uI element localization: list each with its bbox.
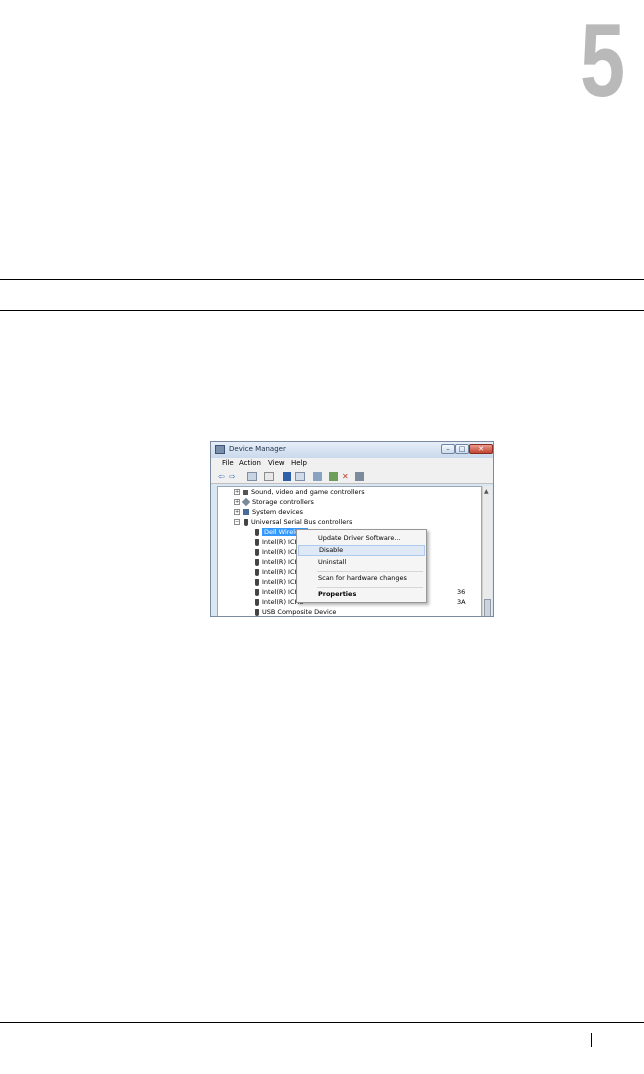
menu-action[interactable]: Action (239, 459, 261, 467)
usb-icon (255, 588, 259, 596)
help-icon[interactable] (283, 472, 291, 481)
menu-view[interactable]: View (268, 459, 285, 467)
menu-help[interactable]: Help (291, 459, 307, 467)
back-icon[interactable]: ⇦ (218, 472, 225, 481)
collapse-icon[interactable]: − (234, 519, 240, 525)
footer-separator (591, 1033, 592, 1047)
forward-icon[interactable]: ⇨ (229, 472, 236, 481)
maximize-button[interactable]: □ (455, 444, 469, 454)
menu-disable[interactable]: Disable (298, 545, 425, 556)
window-title: Device Manager (229, 445, 286, 453)
menu-separator (317, 587, 423, 588)
usb-icon (255, 528, 259, 536)
vertical-scrollbar[interactable]: ▲ (482, 486, 492, 616)
expand-icon[interactable]: + (234, 489, 240, 495)
storage-icon (241, 497, 251, 507)
expand-icon[interactable]: + (234, 509, 240, 515)
usb-icon (255, 538, 259, 546)
scroll-thumb[interactable] (484, 599, 491, 616)
header-rule-top (0, 279, 644, 280)
scan-icon[interactable] (313, 472, 322, 481)
tree-node[interactable]: + Sound, video and game controllers (234, 488, 365, 497)
toolbar: ⇦ ⇨ ✕ (211, 469, 493, 484)
menu-uninstall[interactable]: Uninstall (298, 557, 425, 568)
chapter-number: 5 (580, 3, 625, 119)
tree-child-label: USB Composite Device (262, 608, 337, 616)
disable-icon[interactable] (355, 472, 364, 481)
usb-icon (255, 568, 259, 576)
speaker-icon (243, 489, 248, 495)
truncated-text: 3A (457, 598, 466, 606)
usb-icon (255, 578, 259, 586)
tree-node-label: Storage controllers (252, 498, 314, 506)
menu-update-driver[interactable]: Update Driver Software... (298, 533, 425, 544)
show-hidden-icon[interactable] (264, 472, 274, 481)
properties-icon[interactable] (247, 472, 257, 481)
computer-icon (243, 509, 249, 515)
truncated-text: 36 (457, 588, 466, 596)
menu-separator (317, 571, 423, 572)
usb-icon (244, 518, 248, 526)
scroll-up-icon[interactable]: ▲ (484, 488, 489, 495)
tree-node-label: Sound, video and game controllers (251, 488, 365, 496)
minimize-button[interactable]: – (441, 444, 455, 454)
tree-node-label: Universal Serial Bus controllers (251, 518, 353, 526)
usb-icon (255, 608, 259, 616)
tree-node[interactable]: + System devices (234, 508, 303, 517)
tree-node[interactable]: + Storage controllers (234, 497, 314, 507)
header-rule-bottom (0, 310, 644, 311)
footer-rule (0, 1022, 644, 1023)
tree-node-label: System devices (252, 508, 304, 516)
usb-icon (255, 598, 259, 606)
menu-file[interactable]: File (222, 459, 234, 467)
usb-icon (255, 558, 259, 566)
update-driver-icon[interactable] (329, 472, 338, 481)
expand-icon[interactable]: + (234, 499, 240, 505)
uninstall-icon[interactable]: ✕ (342, 472, 351, 481)
tree-child[interactable]: USB Composite Device (254, 608, 337, 616)
close-button[interactable]: ✕ (469, 444, 493, 454)
menu-scan-hardware[interactable]: Scan for hardware changes (298, 573, 425, 584)
tree-node[interactable]: − Universal Serial Bus controllers (234, 518, 352, 527)
title-bar: Device Manager – □ ✕ (211, 442, 493, 458)
menu-properties[interactable]: Properties (298, 589, 425, 600)
device-view-icon[interactable] (295, 472, 305, 481)
device-manager-icon (215, 445, 225, 454)
context-menu: Update Driver Software... Disable Uninst… (296, 529, 427, 603)
menu-bar: File Action View Help (211, 458, 493, 469)
usb-icon (255, 548, 259, 556)
